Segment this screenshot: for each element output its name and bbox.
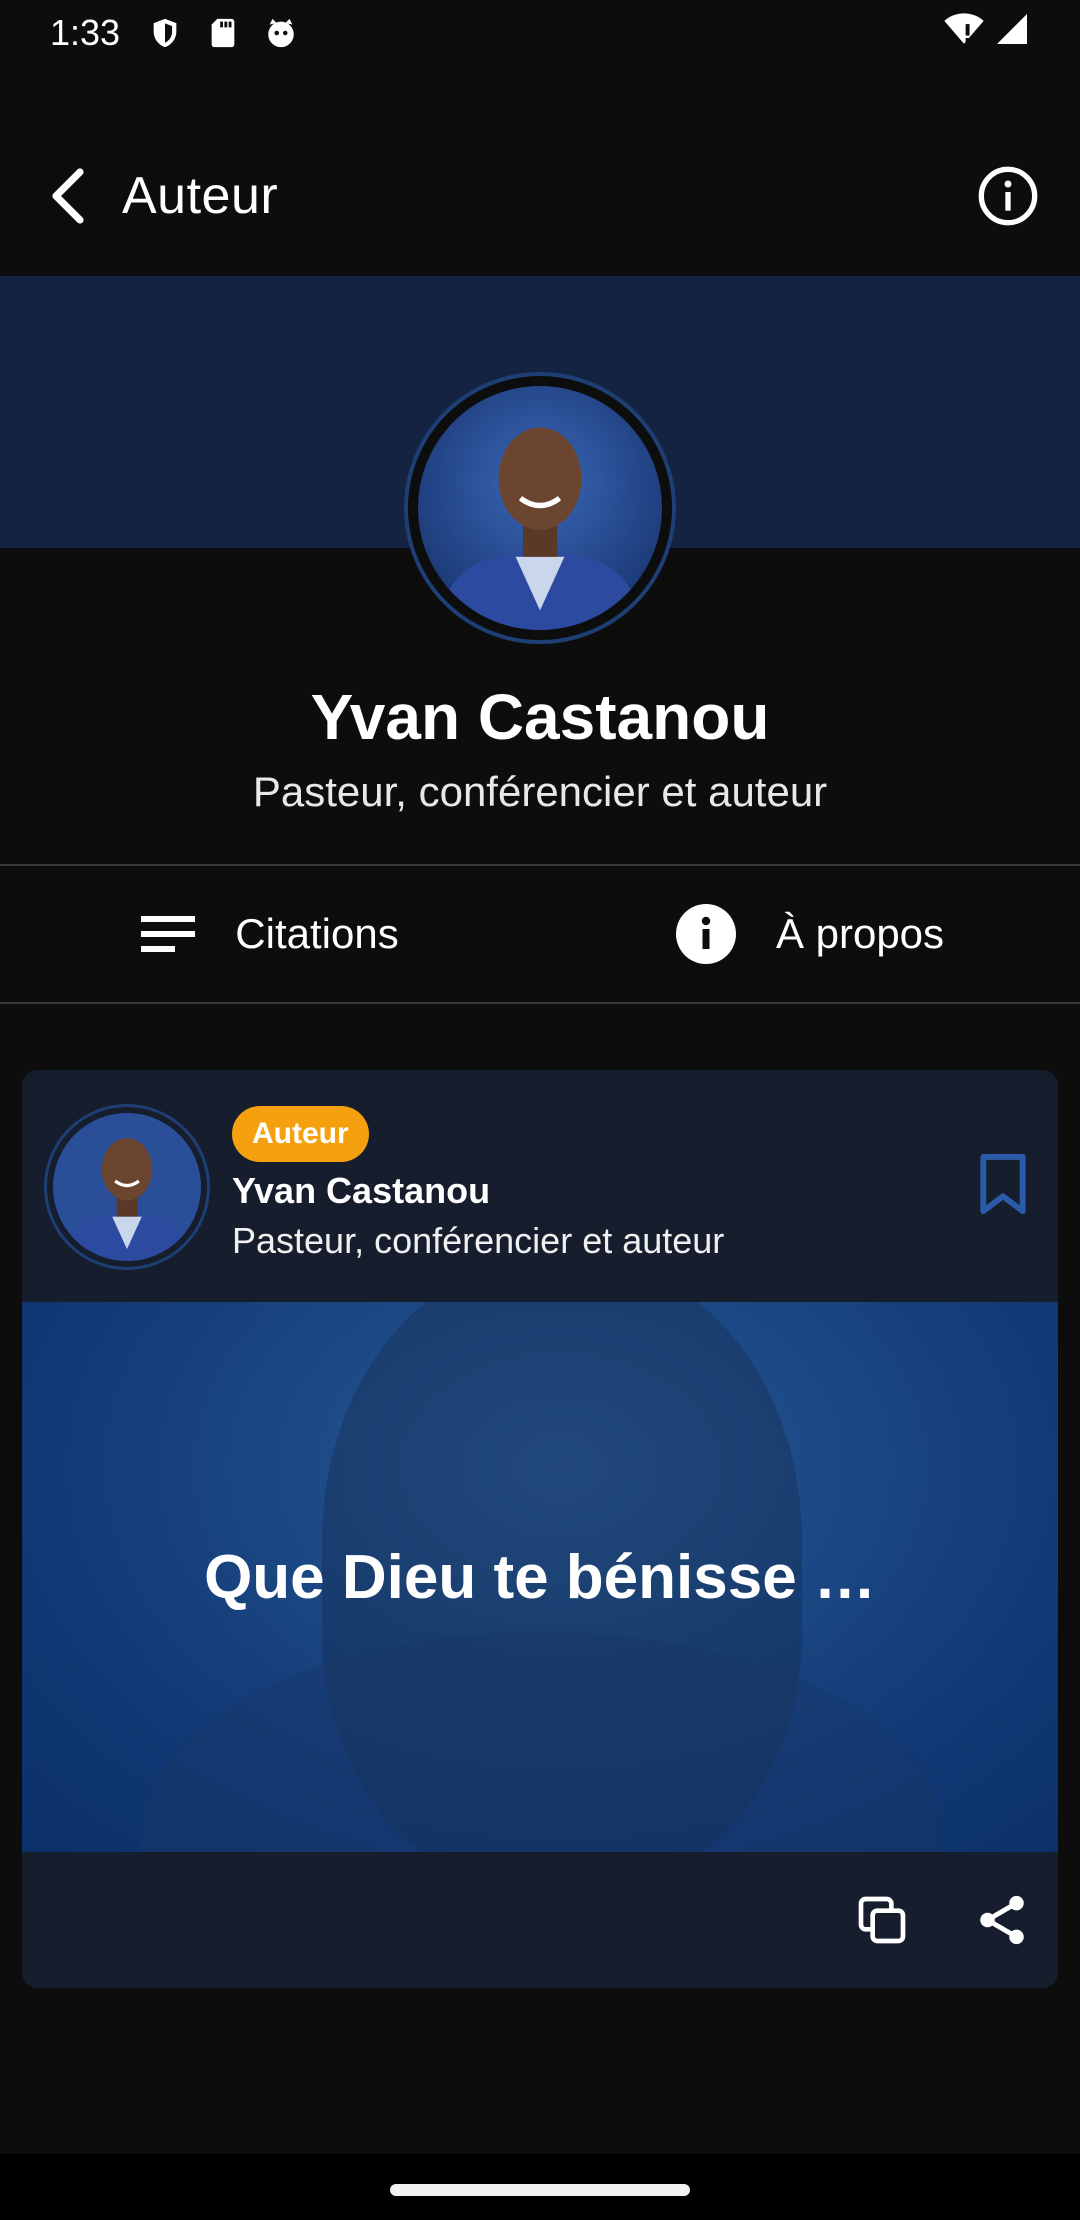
tab-bar: Citations À propos <box>0 864 1080 1004</box>
share-icon <box>980 1895 1024 1945</box>
bookmark-button[interactable] <box>978 1152 1028 1216</box>
tab-a-propos-label: À propos <box>775 910 945 957</box>
back-button[interactable] <box>40 168 96 224</box>
arrow-back-icon <box>52 168 84 224</box>
quote-card[interactable]: Auteur Yvan Castanou Pasteur, conférenci… <box>22 1070 1058 1988</box>
page-title: Auteur <box>122 167 279 225</box>
info-button[interactable] <box>976 164 1040 228</box>
tab-a-propos[interactable]: À propos <box>540 866 1080 1002</box>
signal-icon <box>994 11 1030 56</box>
quote-image[interactable]: Que Dieu te bénisse … <box>22 1302 1058 1852</box>
home-gesture-handle[interactable] <box>390 2184 690 2196</box>
author-role: Pasteur, conférencier et auteur <box>252 768 828 815</box>
copy-button[interactable] <box>852 1890 912 1950</box>
tab-citations-label: Citations <box>235 910 399 957</box>
app-bar: Auteur <box>0 116 1080 276</box>
author-avatar <box>404 372 676 644</box>
share-button[interactable] <box>972 1890 1032 1950</box>
shield-icon <box>148 16 182 50</box>
cat-face-icon <box>264 16 298 50</box>
info-filled-icon <box>675 904 736 964</box>
status-time: 1:33 <box>50 12 121 53</box>
copy-icon <box>858 1896 906 1944</box>
wifi-alert-icon <box>944 11 984 56</box>
author-badge: Auteur <box>232 1106 369 1162</box>
tab-citations[interactable]: Citations <box>0 866 540 1002</box>
card-author-name: Yvan Castanou <box>232 1170 491 1211</box>
list-icon <box>141 916 196 952</box>
status-bar: 1:33 <box>0 0 1080 66</box>
card-author-role: Pasteur, conférencier et auteur <box>232 1220 725 1261</box>
card-header: Auteur Yvan Castanou Pasteur, conférenci… <box>22 1070 1058 1302</box>
info-outline-icon <box>978 166 1038 226</box>
quote-text: Que Dieu te bénisse … <box>204 1542 876 1612</box>
bookmark-outline-icon <box>980 1153 1026 1215</box>
author-name: Yvan Castanou <box>310 681 770 753</box>
card-actions <box>22 1852 1058 1988</box>
card-author-avatar[interactable] <box>44 1104 210 1270</box>
sd-card-icon <box>206 16 240 50</box>
system-nav-bar <box>0 2154 1080 2220</box>
